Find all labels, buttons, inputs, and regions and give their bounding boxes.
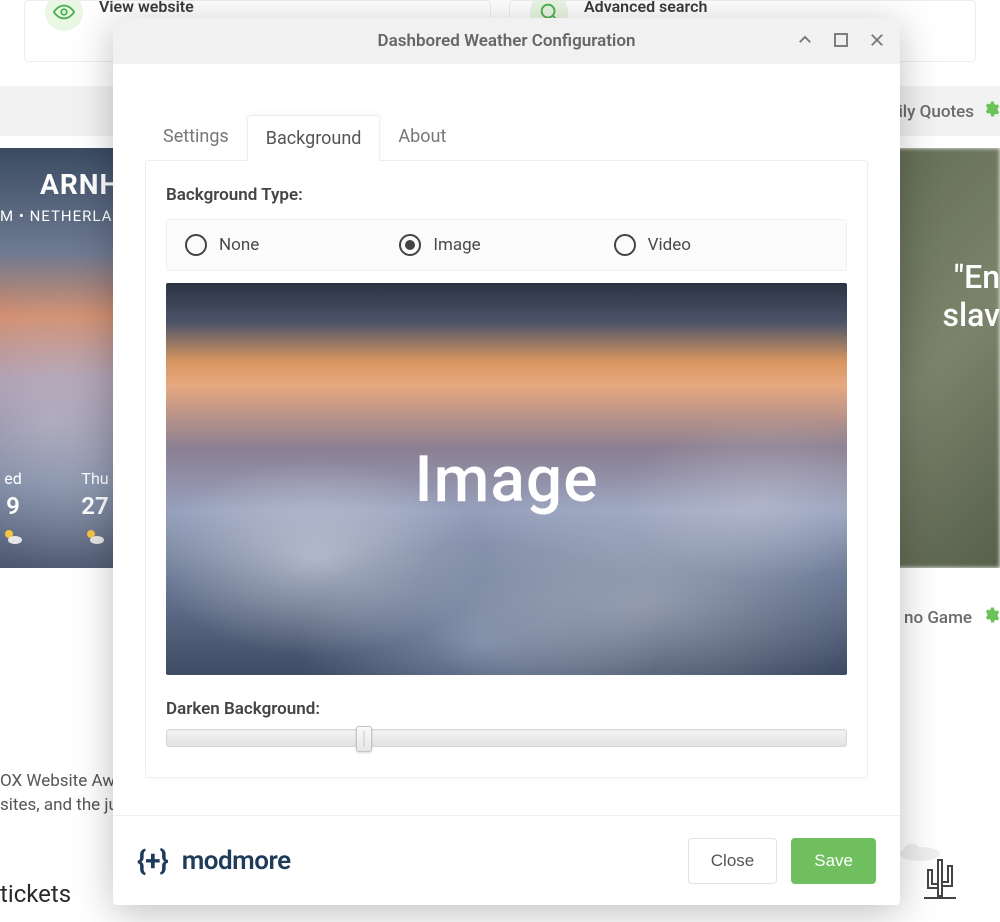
- close-x-button[interactable]: [864, 27, 890, 56]
- radio-icon: [185, 234, 207, 256]
- eye-icon: [45, 0, 83, 31]
- chevron-up-icon: [796, 37, 814, 52]
- option-label: Image: [433, 235, 480, 255]
- config-modal: Dashbored Weather Configuration Settings…: [113, 18, 900, 905]
- cactus-icon: [920, 856, 960, 904]
- weather-subline: M • NETHERLA: [0, 207, 130, 225]
- modal-titlebar[interactable]: Dashbored Weather Configuration: [113, 18, 900, 64]
- view-website-label: View website: [99, 0, 194, 16]
- collapse-button[interactable]: [792, 27, 818, 56]
- bg-type-label: Background Type:: [166, 185, 847, 205]
- option-label: None: [219, 235, 259, 255]
- partly-cloudy-icon: [0, 526, 36, 550]
- brand[interactable]: {+} modmore: [137, 844, 291, 877]
- forecast-day: ed 9: [0, 469, 36, 550]
- forecast-temp: 27: [72, 492, 118, 520]
- brand-icon: {+}: [137, 844, 168, 877]
- darken-label: Darken Background:: [166, 699, 847, 719]
- game-widget-header[interactable]: no Game: [904, 606, 1000, 629]
- bg-option-none[interactable]: None: [185, 234, 399, 256]
- save-button[interactable]: Save: [791, 838, 876, 884]
- quote-line: slav: [942, 296, 1000, 334]
- quotes-label: ily Quotes: [898, 102, 974, 122]
- gear-icon[interactable]: [982, 606, 1000, 629]
- forecast-day-name: ed: [0, 469, 36, 488]
- radio-icon: [614, 234, 636, 256]
- modal-title: Dashbored Weather Configuration: [378, 31, 636, 51]
- modal-tabs: Settings Background About: [145, 114, 868, 160]
- gear-icon[interactable]: [982, 100, 1000, 123]
- preview-text: Image: [415, 442, 599, 517]
- bg-option-video[interactable]: Video: [614, 234, 828, 256]
- modal-footer: {+} modmore Close Save: [113, 815, 900, 905]
- partly-cloudy-icon: [72, 526, 118, 550]
- quote-line: "En: [942, 258, 1000, 296]
- quotes-widget-header[interactable]: ily Quotes: [898, 100, 1000, 123]
- bg-option-image[interactable]: Image: [399, 234, 613, 256]
- radio-icon: [399, 234, 421, 256]
- game-label: no Game: [904, 608, 972, 628]
- advanced-search-label: Advanced search: [584, 0, 707, 16]
- darken-slider[interactable]: [166, 729, 847, 747]
- close-button[interactable]: Close: [688, 838, 777, 884]
- forecast-day-name: Thu: [72, 469, 118, 488]
- tab-about[interactable]: About: [380, 114, 464, 160]
- weather-widget[interactable]: ARNHE M • NETHERLA ed 9 Thu 27: [0, 148, 130, 568]
- close-icon: [868, 37, 886, 52]
- forecast-day: Thu 27: [72, 469, 118, 550]
- maximize-icon: [832, 37, 850, 52]
- brand-text: modmore: [182, 846, 291, 876]
- background-panel: Background Type: None Image Video Image: [145, 160, 868, 778]
- bg-type-options: None Image Video: [166, 219, 847, 271]
- tab-background[interactable]: Background: [247, 115, 381, 161]
- quote-text: "En slav: [942, 258, 1000, 334]
- tickets-heading: tickets: [0, 880, 71, 908]
- bg-preview[interactable]: Image: [166, 283, 847, 675]
- maximize-button[interactable]: [828, 27, 854, 56]
- tab-settings[interactable]: Settings: [145, 114, 247, 160]
- slider-thumb[interactable]: [356, 726, 372, 752]
- forecast-temp: 9: [0, 492, 36, 520]
- option-label: Video: [648, 235, 691, 255]
